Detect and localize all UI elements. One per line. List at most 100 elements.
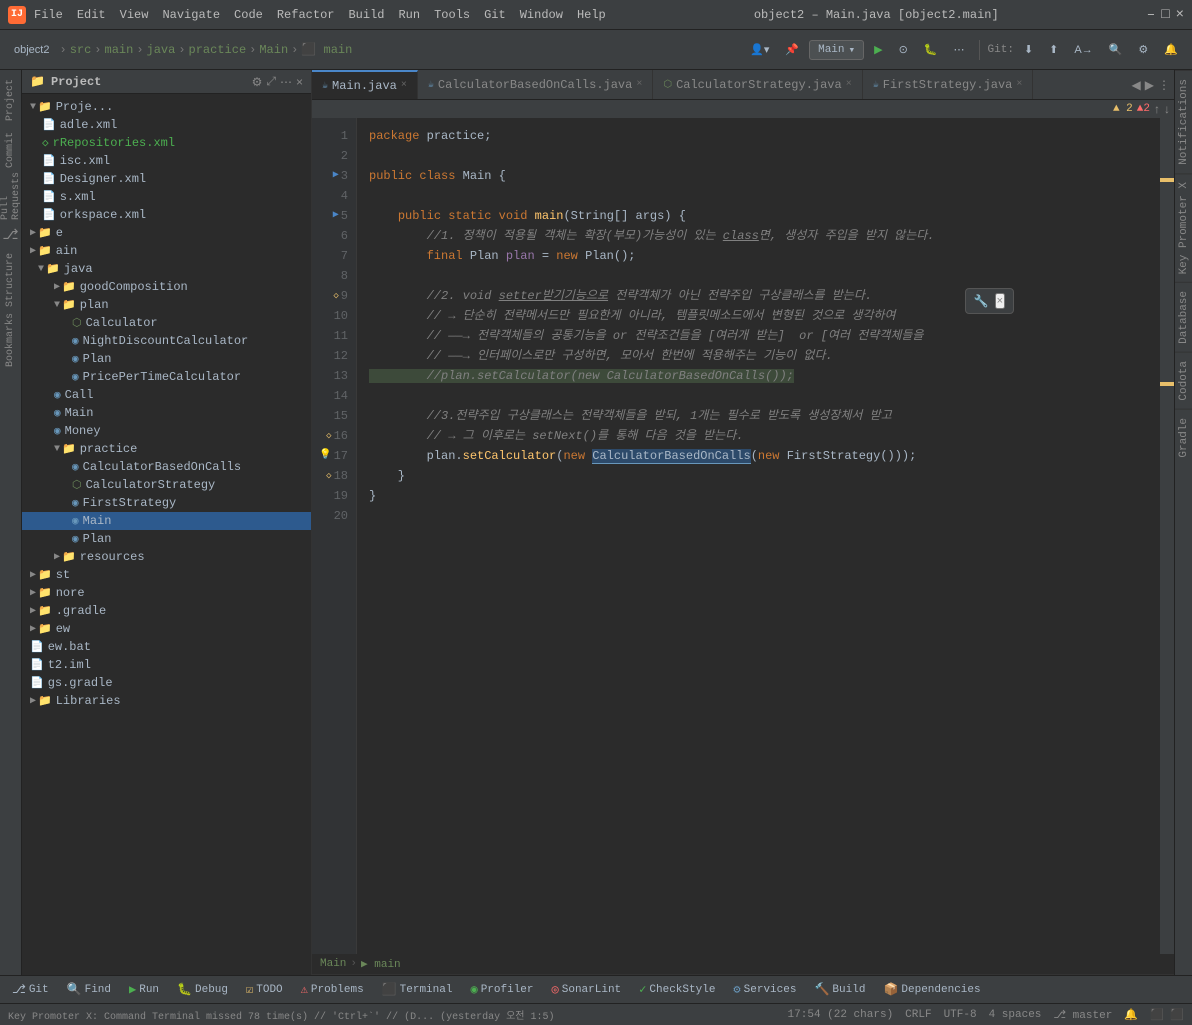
left-panel-commit[interactable]: Commit: [0, 130, 21, 170]
menu-code[interactable]: Code: [234, 8, 263, 22]
tab-close-btn[interactable]: ×: [1016, 79, 1022, 90]
bottom-btn-profiler[interactable]: ◉ Profiler: [462, 979, 541, 1000]
bottom-btn-git[interactable]: ⎇ Git: [4, 979, 57, 1000]
tree-item-call[interactable]: ◉ Call: [22, 386, 311, 404]
notifications-icon[interactable]: 🔔: [1124, 1008, 1138, 1022]
tree-item-s[interactable]: 📄 s.xml: [22, 188, 311, 206]
menu-build[interactable]: Build: [348, 8, 384, 22]
panel-tab-keypromoter[interactable]: Key Promoter X: [1175, 173, 1192, 282]
tree-item-ewbat[interactable]: 📄 ew.bat: [22, 638, 311, 656]
panel-gear-btn[interactable]: ⋯: [280, 74, 292, 89]
cursor-position[interactable]: 17:54 (22 chars): [788, 1009, 894, 1021]
tab-calc-strat[interactable]: ⬡ CalculatorStrategy.java ×: [653, 70, 862, 99]
tab-scroll-left[interactable]: ◀: [1132, 78, 1141, 92]
tab-first-strat[interactable]: ☕ FirstStrategy.java ×: [863, 70, 1034, 99]
git-push-btn[interactable]: ⬆: [1043, 40, 1064, 59]
tab-menu-btn[interactable]: ⋮: [1158, 78, 1170, 92]
bulb-gutter-icon[interactable]: 💡: [319, 446, 331, 466]
popup-close-btn[interactable]: ×: [995, 293, 1005, 309]
tree-item-plan-class[interactable]: ◉ Plan: [22, 350, 311, 368]
tree-item-goodcomp[interactable]: ▶ 📁 goodComposition: [22, 278, 311, 296]
left-panel-pull[interactable]: Pull Requests: [0, 170, 21, 220]
menu-run[interactable]: Run: [398, 8, 420, 22]
coverage-button[interactable]: ⊙: [893, 40, 914, 59]
indent[interactable]: 4 spaces: [989, 1009, 1042, 1021]
tree-item-calculator[interactable]: ⬡ Calculator: [22, 314, 311, 332]
bottom-btn-services[interactable]: ⚙ Services: [725, 979, 804, 1000]
tree-item-designer[interactable]: 📄 Designer.xml: [22, 170, 311, 188]
toolbar-profile-btn[interactable]: 👤▾: [744, 40, 775, 59]
bottom-btn-problems[interactable]: ⚠ Problems: [293, 979, 372, 1000]
tree-item-nore[interactable]: ▶ 📁 nore: [22, 584, 311, 602]
panel-tab-gradle[interactable]: Gradle: [1175, 409, 1192, 466]
tab-close-btn[interactable]: ×: [636, 79, 642, 90]
bc-practice[interactable]: practice: [189, 43, 247, 57]
toolbar-search-btn[interactable]: 🔍: [1103, 40, 1129, 59]
tree-item-plan-practice[interactable]: ◉ Plan: [22, 530, 311, 548]
tree-item-t2iml[interactable]: 📄 t2.iml: [22, 656, 311, 674]
tree-item-gradle[interactable]: ▶ 📁 .gradle: [22, 602, 311, 620]
encoding[interactable]: UTF-8: [944, 1009, 977, 1021]
tree-item-pricepertime[interactable]: ◉ PricePerTimeCalculator: [22, 368, 311, 386]
menu-tools[interactable]: Tools: [434, 8, 470, 22]
panel-close-btn[interactable]: ×: [296, 74, 303, 89]
toolbar-pin-btn[interactable]: 📌: [779, 40, 805, 59]
tab-calc-based[interactable]: ☕ CalculatorBasedOnCalls.java ×: [418, 70, 653, 99]
bottom-btn-terminal[interactable]: ⬛ Terminal: [374, 979, 461, 1000]
bottom-btn-find[interactable]: 🔍 Find: [59, 979, 119, 1000]
bottom-btn-run[interactable]: ▶ Run: [121, 979, 167, 1000]
nav-down-btn[interactable]: ↓: [1164, 102, 1170, 116]
tree-item-ew[interactable]: ▶ 📁 ew: [22, 620, 311, 638]
tab-close-btn[interactable]: ×: [401, 80, 407, 91]
maximize-button[interactable]: □: [1161, 7, 1169, 23]
bc-method[interactable]: ▶ main: [361, 957, 401, 971]
tree-item-e[interactable]: ▶ 📁 e: [22, 224, 311, 242]
editor-scrollbar[interactable]: [1160, 118, 1174, 954]
tab-scroll-right[interactable]: ▶: [1145, 78, 1154, 92]
tree-item-ain[interactable]: ▶ 📁 ain: [22, 242, 311, 260]
tree-item-main-goodcomp[interactable]: ◉ Main: [22, 404, 311, 422]
tree-item-libraries[interactable]: ▶ 📁 Libraries: [22, 692, 311, 710]
tree-item-plan-folder[interactable]: ▼ 📁 plan: [22, 296, 311, 314]
menu-file[interactable]: File: [34, 8, 63, 22]
bottom-btn-todo[interactable]: ☑ TODO: [238, 979, 291, 1000]
error-count[interactable]: ▲2: [1137, 103, 1150, 115]
bottom-btn-checkstyle[interactable]: ✓ CheckStyle: [631, 979, 723, 1000]
window-controls[interactable]: – □ ×: [1147, 7, 1184, 23]
menu-bar[interactable]: File Edit View Navigate Code Refactor Bu…: [34, 8, 606, 22]
tree-item-resources[interactable]: ▶ 📁 resources: [22, 548, 311, 566]
bc-method[interactable]: ⬛ main: [301, 42, 352, 57]
tree-item-calcstrat[interactable]: ⬡ CalculatorStrategy: [22, 476, 311, 494]
bottom-btn-sonar[interactable]: ◎ SonarLint: [544, 979, 630, 1000]
menu-edit[interactable]: Edit: [77, 8, 106, 22]
tree-item-firststrat[interactable]: ◉ FirstStrategy: [22, 494, 311, 512]
run-config-selector[interactable]: Main ▾: [809, 40, 864, 60]
bc-java[interactable]: java: [147, 43, 176, 57]
menu-git[interactable]: Git: [484, 8, 506, 22]
run-button[interactable]: ▶: [868, 40, 888, 59]
panel-settings-btn[interactable]: ⚙: [252, 74, 263, 89]
left-panel-structure[interactable]: Structure: [0, 250, 21, 310]
bc-main[interactable]: Main: [320, 958, 346, 970]
line-ending[interactable]: CRLF: [905, 1009, 931, 1021]
minimize-button[interactable]: –: [1147, 7, 1155, 23]
tree-item-st[interactable]: ▶ 📁 st: [22, 566, 311, 584]
toolbar-translate-btn[interactable]: A→: [1068, 41, 1098, 59]
tree-item-gsgradle[interactable]: 📄 gs.gradle: [22, 674, 311, 692]
bottom-btn-debug[interactable]: 🐛 Debug: [169, 979, 236, 1000]
bc-main-file[interactable]: Main: [259, 43, 288, 57]
panel-tab-database[interactable]: Database: [1175, 282, 1192, 352]
panel-tab-notifications[interactable]: Notifications: [1175, 70, 1192, 173]
tree-item-calcbased[interactable]: ◉ CalculatorBasedOnCalls: [22, 458, 311, 476]
tree-item-rrepo[interactable]: ◇ rRepositories.xml: [22, 134, 311, 152]
toolbar-more-btn[interactable]: ⋯: [948, 40, 971, 59]
tree-item-isc[interactable]: 📄 isc.xml: [22, 152, 311, 170]
menu-navigate[interactable]: Navigate: [162, 8, 220, 22]
menu-refactor[interactable]: Refactor: [277, 8, 335, 22]
run-gutter-icon[interactable]: ▶: [333, 166, 339, 186]
menu-view[interactable]: View: [120, 8, 149, 22]
debug-button[interactable]: 🐛: [918, 40, 944, 59]
warning-count[interactable]: ▲ 2: [1113, 103, 1133, 115]
menu-help[interactable]: Help: [577, 8, 606, 22]
toolbar-settings-btn[interactable]: ⚙: [1132, 40, 1154, 59]
